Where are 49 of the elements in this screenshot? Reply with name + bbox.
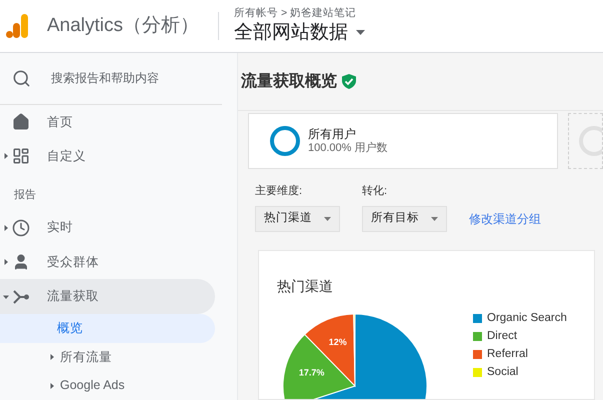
nav-subitem[interactable]: 概览: [0, 314, 215, 343]
empty-segment-card[interactable]: [568, 113, 603, 169]
search-placeholder: 搜索报告和帮助内容: [51, 70, 159, 88]
caret-icon: [3, 294, 9, 300]
segment-ring-icon: [270, 126, 300, 156]
chart-title: 热门渠道: [277, 276, 334, 294]
nav-subitem[interactable]: Google Ads: [0, 371, 215, 400]
dropdown-icon: [356, 30, 366, 35]
caret-icon: [49, 382, 55, 389]
filter-label: 主要维度:: [255, 184, 304, 199]
caret-icon: [49, 354, 55, 360]
slice-label: 17.7%: [298, 366, 324, 377]
section-label: 报告: [14, 188, 36, 203]
legend-label: Social: [487, 364, 518, 380]
dropdown-icon: [324, 216, 331, 220]
page-title: 流量获取概览: [241, 71, 337, 92]
empty-ring-icon: [579, 126, 602, 156]
search-icon: [12, 68, 31, 88]
segment-detail: 100.00% 用户数: [308, 141, 388, 155]
legend-label: Organic Search: [487, 310, 567, 326]
caret-icon: [3, 259, 9, 266]
caret-icon: [3, 224, 9, 231]
filter-label: 转化:: [362, 184, 388, 199]
home-icon: [12, 113, 30, 131]
nav-item[interactable]: 流量获取: [0, 279, 215, 314]
dashboard-icon: [12, 147, 30, 166]
clock-icon: [12, 218, 30, 237]
slice-label: 12%: [328, 336, 347, 346]
segment-card[interactable]: 所有用户 100.00% 用户数: [248, 113, 558, 169]
branch-icon: [12, 288, 30, 306]
product-name: Analytics（分析）: [47, 14, 200, 38]
dropdown-icon: [431, 216, 438, 220]
filter-dropdown[interactable]: 热门渠道: [255, 206, 340, 232]
caret-icon: [3, 153, 9, 160]
search-field[interactable]: 搜索报告和帮助内容: [0, 53, 222, 105]
view-selector[interactable]: 全部网站数据: [234, 20, 366, 46]
nav-subitem[interactable]: 所有流量: [0, 342, 215, 372]
segment-name: 所有用户: [308, 127, 357, 141]
person-icon: [12, 253, 30, 272]
analytics-logo-icon: [6, 13, 30, 39]
nav-item[interactable]: 受众群体: [0, 244, 215, 280]
legend-label: Direct: [487, 328, 518, 344]
nav-item[interactable]: 首页: [0, 104, 215, 140]
breadcrumb: 所有帐号 > 奶爸建站笔记: [234, 6, 357, 20]
nav-item[interactable]: 实时: [0, 210, 215, 245]
nav-item[interactable]: 自定义: [0, 139, 215, 174]
edit-channel-link[interactable]: 修改渠道分组: [469, 206, 541, 232]
filter-dropdown[interactable]: 所有目标: [362, 206, 447, 232]
legend-label: Referral: [487, 346, 528, 362]
